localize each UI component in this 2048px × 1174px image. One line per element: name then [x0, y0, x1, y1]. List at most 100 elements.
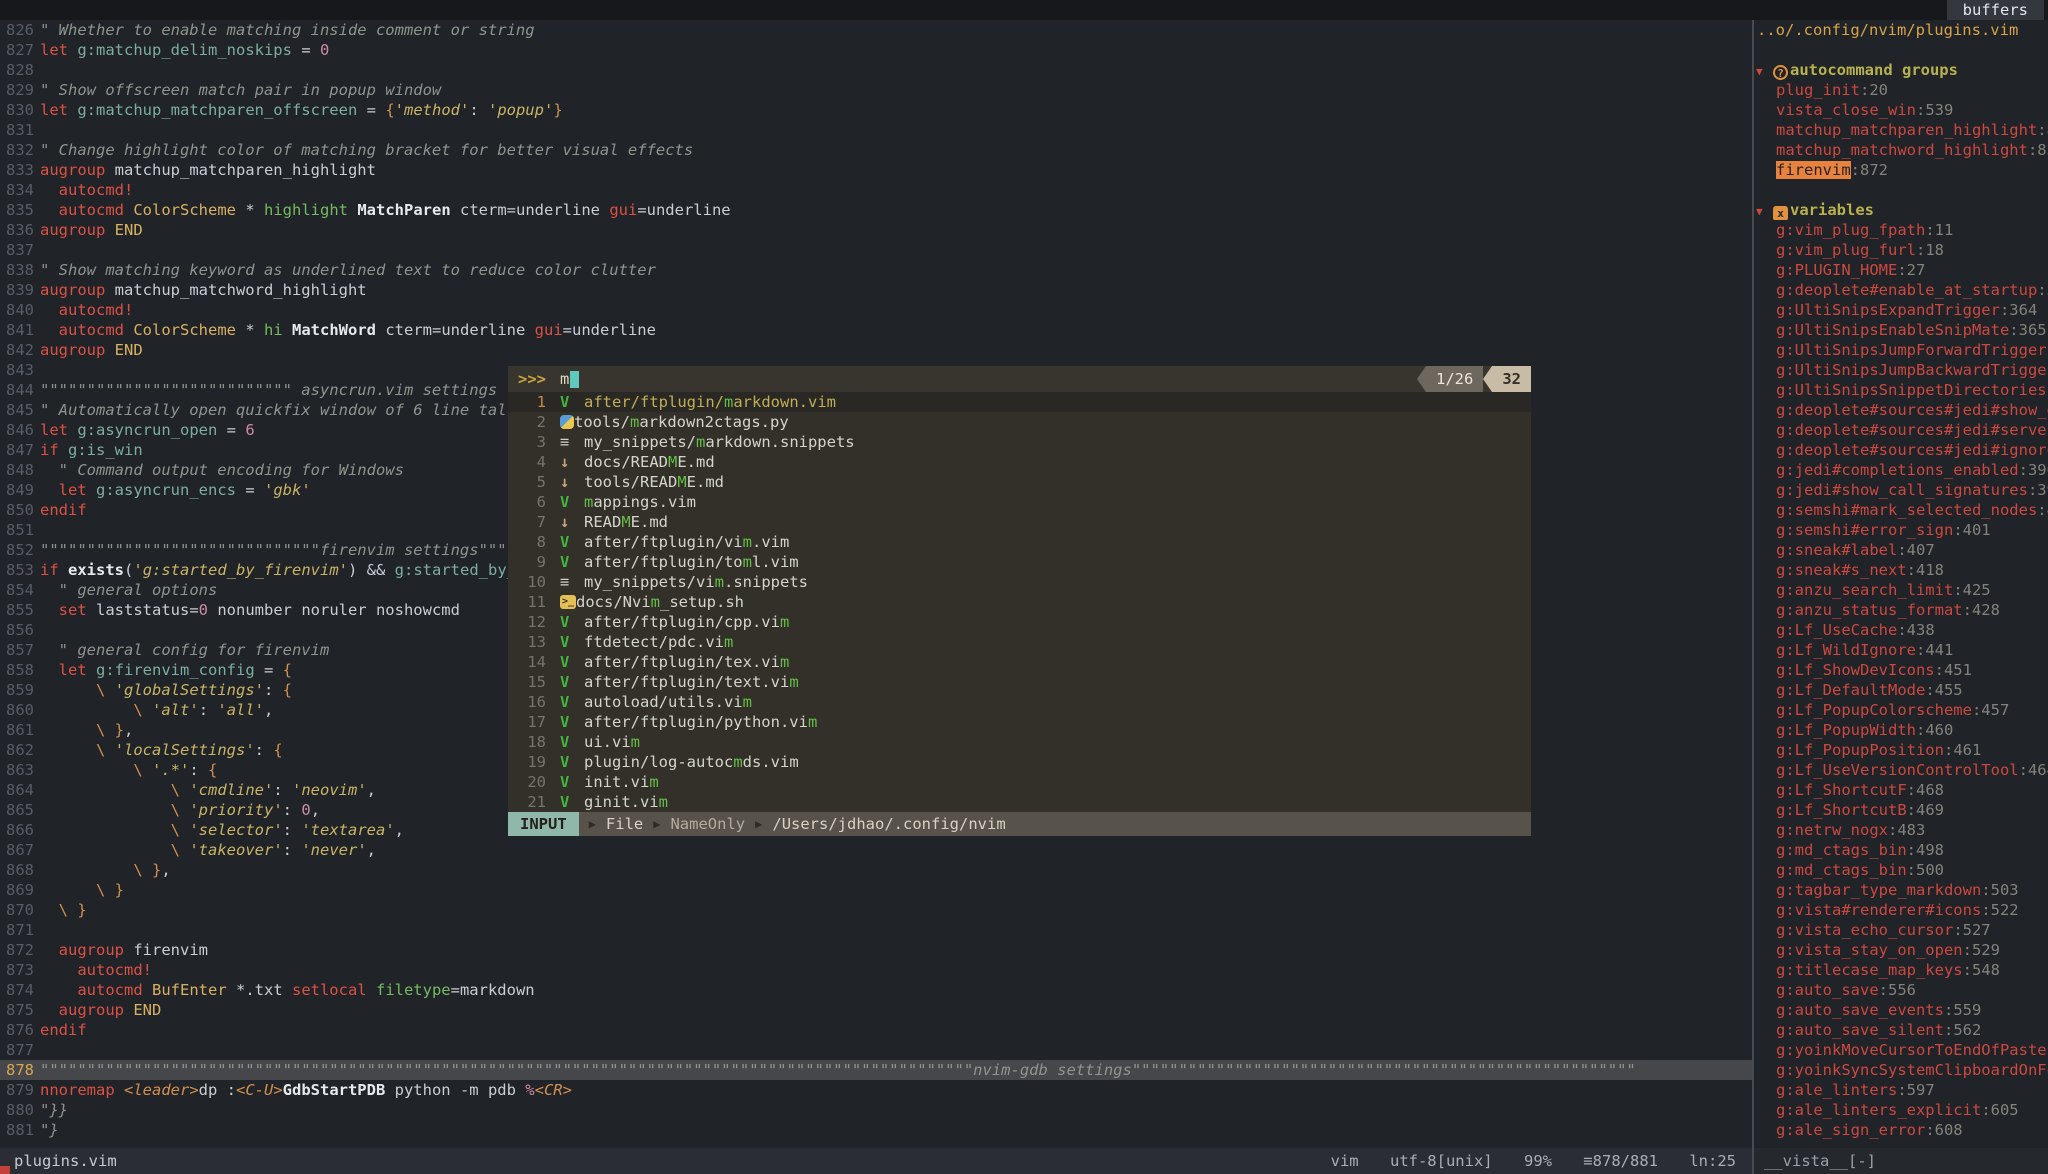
tag-item[interactable]: g:md_ctags_bin:498 — [1754, 840, 2048, 860]
section-header[interactable]: ▼xvariables — [1754, 200, 2048, 220]
tag-item[interactable]: g:UltiSnipsEnableSnipMate:365 — [1754, 320, 2048, 340]
tag-item[interactable]: g:UltiSnipsExpandTrigger:364 — [1754, 300, 2048, 320]
code-line[interactable]: 834 autocmd! — [0, 180, 1752, 200]
tag-item[interactable]: g:anzu_search_limit:425 — [1754, 580, 2048, 600]
code-line[interactable]: 830let g:matchup_matchparen_offscreen = … — [0, 100, 1752, 120]
list-item[interactable]: 12Vafter/ftplugin/cpp.vim — [508, 612, 1531, 632]
code-line[interactable]: 836augroup END — [0, 220, 1752, 240]
collapse-arrow-icon[interactable]: ▼ — [1756, 202, 1773, 220]
tag-item[interactable]: g:netrw_nogx:483 — [1754, 820, 2048, 840]
code-line[interactable]: 867 \ 'takeover': 'never', — [0, 840, 1752, 860]
code-line[interactable]: 840 autocmd! — [0, 300, 1752, 320]
search-input[interactable]: m — [560, 366, 569, 392]
tag-item[interactable]: g:auto_save:556 — [1754, 980, 2048, 1000]
tag-item[interactable]: g:UltiSnipsJumpBackwardTrigger:367 — [1754, 360, 2048, 380]
tag-item[interactable]: g:vista_stay_on_open:529 — [1754, 940, 2048, 960]
tag-item[interactable]: g:semshi#error_sign:401 — [1754, 520, 2048, 540]
tag-item[interactable]: g:yoinkMoveCursorToEndOfPaste:590 — [1754, 1040, 2048, 1060]
tag-item[interactable]: g:UltiSnipsSnippetDirectories:368 — [1754, 380, 2048, 400]
code-line[interactable]: 838" Show matching keyword as underlined… — [0, 260, 1752, 280]
code-line[interactable]: 881"} — [0, 1120, 1752, 1140]
tag-item[interactable]: matchup_matchparen_highlight:833 — [1754, 120, 2048, 140]
list-item[interactable]: 8Vafter/ftplugin/vim.vim — [508, 532, 1531, 552]
list-item[interactable]: 13Vftdetect/pdc.vim — [508, 632, 1531, 652]
code-line[interactable]: 842augroup END — [0, 340, 1752, 360]
list-item[interactable]: 4↓docs/README.md — [508, 452, 1531, 472]
code-line[interactable]: 829" Show offscreen match pair in popup … — [0, 80, 1752, 100]
tag-item[interactable]: g:auto_save_events:559 — [1754, 1000, 2048, 1020]
tag-item[interactable]: g:tagbar_type_markdown:503 — [1754, 880, 2048, 900]
list-item[interactable]: 15Vafter/ftplugin/text.vim — [508, 672, 1531, 692]
tag-item[interactable]: g:deoplete#sources#jedi#ignore_errors:37… — [1754, 440, 2048, 460]
finder-input-bar[interactable]: >>> m 1/26 32 — [508, 366, 1531, 392]
tag-item[interactable]: g:titlecase_map_keys:548 — [1754, 960, 2048, 980]
code-line[interactable]: 872 augroup firenvim — [0, 940, 1752, 960]
tag-item[interactable]: g:jedi#show_call_signatures:395 — [1754, 480, 2048, 500]
tag-item[interactable]: g:UltiSnipsJumpForwardTrigger:366 — [1754, 340, 2048, 360]
tag-item[interactable]: matchup_matchword_highlight:839 — [1754, 140, 2048, 160]
tag-item[interactable]: g:deoplete#enable_at_startup:354 — [1754, 280, 2048, 300]
tag-item[interactable]: g:Lf_WildIgnore:441 — [1754, 640, 2048, 660]
code-line[interactable]: 874 autocmd BufEnter *.txt setlocal file… — [0, 980, 1752, 1000]
tag-item[interactable]: g:jedi#completions_enabled:390 — [1754, 460, 2048, 480]
code-line[interactable]: 869 \ } — [0, 880, 1752, 900]
code-line[interactable]: 837 — [0, 240, 1752, 260]
tag-item[interactable]: g:vista#renderer#icons:522 — [1754, 900, 2048, 920]
tag-item[interactable]: g:deoplete#sources#jedi#show_docstring:3… — [1754, 400, 2048, 420]
code-line[interactable]: 839augroup matchup_matchword_highlight — [0, 280, 1752, 300]
tag-item[interactable]: g:Lf_ShowDevIcons:451 — [1754, 660, 2048, 680]
tag-item[interactable]: g:ale_linters:597 — [1754, 1080, 2048, 1100]
list-item[interactable]: 7↓README.md — [508, 512, 1531, 532]
list-item[interactable]: 20Vinit.vim — [508, 772, 1531, 792]
list-item[interactable]: 21Vginit.vim — [508, 792, 1531, 812]
code-line[interactable]: 841 autocmd ColorScheme * hi MatchWord c… — [0, 320, 1752, 340]
code-line[interactable]: 828 — [0, 60, 1752, 80]
list-item[interactable]: 19Vplugin/log-autocmds.vim — [508, 752, 1531, 772]
code-line[interactable]: 831 — [0, 120, 1752, 140]
tag-item[interactable]: g:vista_echo_cursor:527 — [1754, 920, 2048, 940]
list-item[interactable]: 18Vui.vim — [508, 732, 1531, 752]
code-line[interactable]: 868 \ }, — [0, 860, 1752, 880]
tag-item[interactable]: g:anzu_status_format:428 — [1754, 600, 2048, 620]
list-item[interactable]: 6Vmappings.vim — [508, 492, 1531, 512]
list-item[interactable]: 17Vafter/ftplugin/python.vim — [508, 712, 1531, 732]
code-line[interactable]: 873 autocmd! — [0, 960, 1752, 980]
list-item[interactable]: 14Vafter/ftplugin/tex.vim — [508, 652, 1531, 672]
code-line[interactable]: 835 autocmd ColorScheme * highlight Matc… — [0, 200, 1752, 220]
tag-item[interactable]: plug_init:20 — [1754, 80, 2048, 100]
tag-item[interactable]: g:auto_save_silent:562 — [1754, 1020, 2048, 1040]
tag-item[interactable]: g:Lf_UseCache:438 — [1754, 620, 2048, 640]
tag-item[interactable]: g:Lf_ShortcutB:469 — [1754, 800, 2048, 820]
tag-item[interactable]: g:Lf_PopupPosition:461 — [1754, 740, 2048, 760]
list-item[interactable]: 9Vafter/ftplugin/toml.vim — [508, 552, 1531, 572]
tag-item[interactable]: g:Lf_DefaultMode:455 — [1754, 680, 2048, 700]
code-line[interactable]: 876endif — [0, 1020, 1752, 1040]
code-line[interactable]: 880"}} — [0, 1100, 1752, 1120]
tag-item[interactable]: g:vim_plug_furl:18 — [1754, 240, 2048, 260]
list-item[interactable]: 16Vautoload/utils.vim — [508, 692, 1531, 712]
tag-item[interactable]: g:md_ctags_bin:500 — [1754, 860, 2048, 880]
tag-item[interactable]: g:sneak#label:407 — [1754, 540, 2048, 560]
tag-item[interactable]: g:Lf_UseVersionControlTool:464 — [1754, 760, 2048, 780]
code-line[interactable]: 826" Whether to enable matching inside c… — [0, 20, 1752, 40]
tag-item[interactable]: g:deoplete#sources#jedi#server_timeout:3… — [1754, 420, 2048, 440]
list-item[interactable]: 1Vafter/ftplugin/markdown.vim — [508, 392, 1531, 412]
code-line[interactable]: 870 \ } — [0, 900, 1752, 920]
tag-item[interactable]: g:Lf_PopupColorscheme:457 — [1754, 700, 2048, 720]
code-line[interactable]: 875 augroup END — [0, 1000, 1752, 1020]
list-item[interactable]: 5↓tools/README.md — [508, 472, 1531, 492]
code-line[interactable]: 871 — [0, 920, 1752, 940]
code-line[interactable]: 832" Change highlight color of matching … — [0, 140, 1752, 160]
tag-item[interactable]: g:PLUGIN_HOME:27 — [1754, 260, 2048, 280]
tag-item[interactable]: g:semshi#mark_selected_nodes:400 — [1754, 500, 2048, 520]
code-line[interactable]: 833augroup matchup_matchparen_highlight — [0, 160, 1752, 180]
code-line[interactable]: 827let g:matchup_delim_noskips = 0 — [0, 40, 1752, 60]
tag-item[interactable]: g:Lf_PopupWidth:460 — [1754, 720, 2048, 740]
tag-item[interactable]: vista_close_win:539 — [1754, 100, 2048, 120]
tag-item[interactable]: g:vim_plug_fpath:11 — [1754, 220, 2048, 240]
tag-item[interactable]: g:yoinkSyncSystemClipboardOnFocus:592 — [1754, 1060, 2048, 1080]
list-item[interactable]: 3≡my_snippets/markdown.snippets — [508, 432, 1531, 452]
code-line[interactable]: 879nnoremap <leader>dp :<C-U>GdbStartPDB… — [0, 1080, 1752, 1100]
tag-item[interactable]: g:ale_sign_error:608 — [1754, 1120, 2048, 1140]
list-item[interactable]: 11>_docs/Nvim_setup.sh — [508, 592, 1531, 612]
